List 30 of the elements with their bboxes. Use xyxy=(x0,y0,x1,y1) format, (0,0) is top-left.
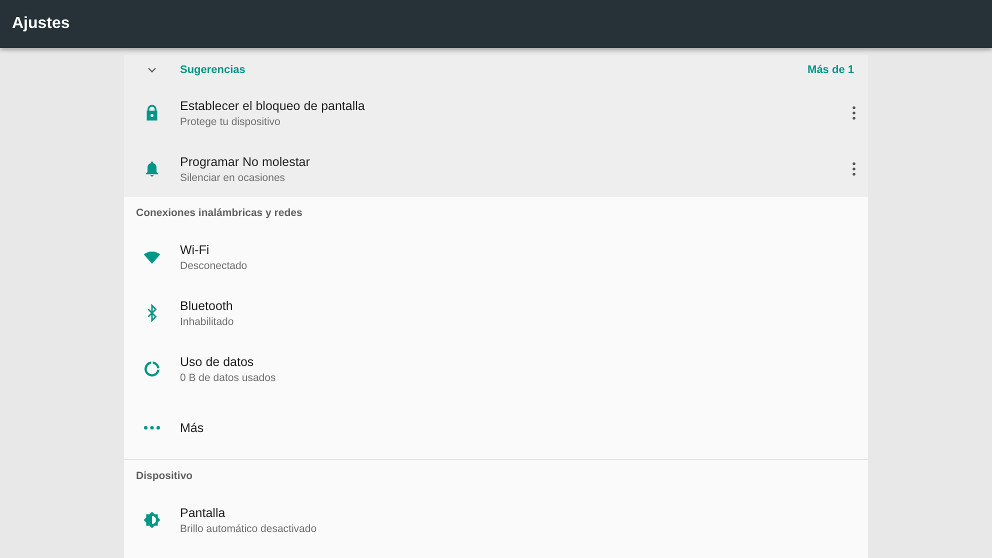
setting-summary: Inhabilitado xyxy=(180,316,235,328)
suggestions-title: Sugerencias xyxy=(180,64,246,76)
setting-title: Más xyxy=(180,421,205,435)
setting-row[interactable]: Más xyxy=(124,397,868,459)
brightness-icon xyxy=(143,511,161,529)
section-header: Dispositivo xyxy=(135,469,194,484)
setting-summary: Protege tu dispositivo xyxy=(180,116,282,128)
setting-title: Establecer el bloqueo de pantalla xyxy=(180,98,366,112)
setting-summary: Silenciar en ocasiones xyxy=(180,172,286,184)
setting-row[interactable]: Establecer el bloqueo de pantalla Protege tu dispositivo xyxy=(124,85,868,141)
ring-icon xyxy=(143,360,161,378)
setting-title: Pantalla xyxy=(180,506,226,520)
setting-row[interactable]: Programar No molestar Silenciar en ocasiones xyxy=(124,141,868,197)
setting-title: Uso de datos xyxy=(180,354,255,368)
setting-row[interactable]: Uso de datos 0 B de datos usados xyxy=(124,341,868,397)
overflow-menu-icon[interactable] xyxy=(852,106,856,120)
bell-icon xyxy=(143,160,161,178)
setting-row[interactable]: Pantalla Brillo automático desactivado xyxy=(124,492,868,548)
setting-summary: Brillo automático desactivado xyxy=(180,522,318,534)
setting-title: Programar No molestar xyxy=(180,154,311,168)
section-header: Conexiones inalámbricas y redes xyxy=(135,206,304,221)
app-title: Ajustes xyxy=(12,15,70,33)
setting-row[interactable]: Wi-Fi Desconectado xyxy=(124,229,868,285)
setting-summary: Desconectado xyxy=(180,260,248,272)
setting-summary: 0 B de datos usados xyxy=(180,372,277,384)
setting-row[interactable]: Bluetooth Inhabilitado xyxy=(124,285,868,341)
setting-title: Wi-Fi xyxy=(180,242,210,256)
overflow-menu-icon[interactable] xyxy=(852,162,856,176)
setting-title: Bluetooth xyxy=(180,298,234,312)
more-icon xyxy=(144,426,160,430)
